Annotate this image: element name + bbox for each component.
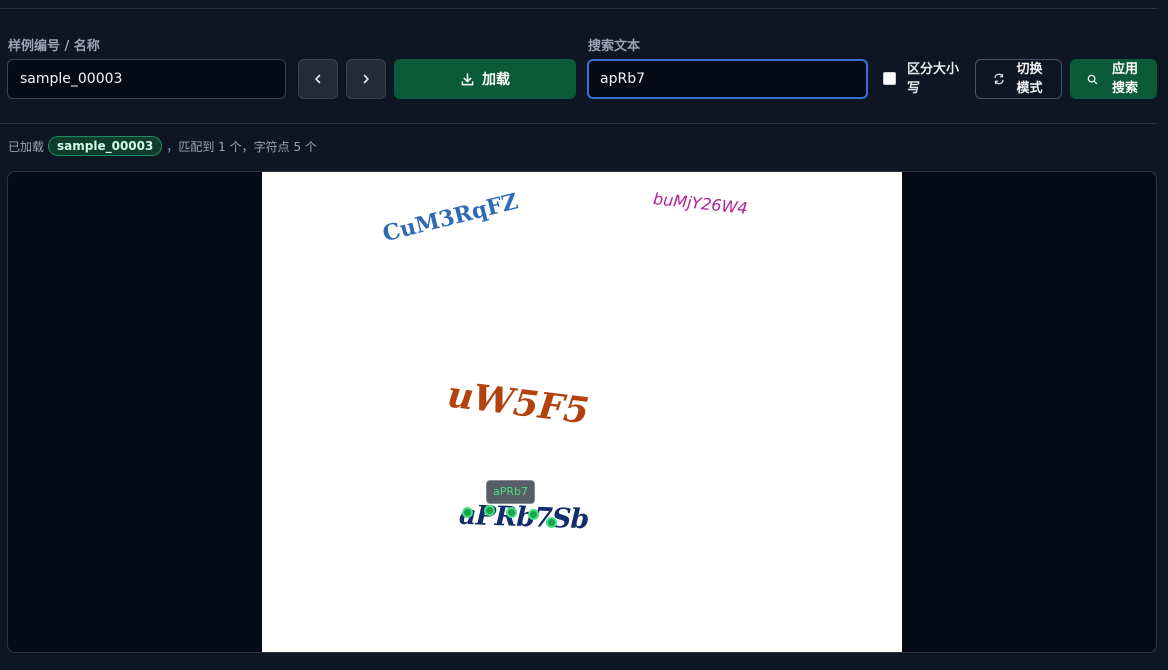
mid-divider — [0, 123, 1157, 124]
load-button[interactable]: 加载 — [394, 59, 576, 99]
status-line: 已加载 sample_00003 ，匹配到 1 个，字符点 5 个 — [8, 136, 317, 156]
search-icon — [1087, 74, 1098, 84]
case-sensitive-label: 区分大小写 — [907, 62, 960, 96]
char-point-marker[interactable] — [506, 507, 517, 518]
text-word: CuM3RqFZ — [380, 188, 521, 248]
chevron-left-icon — [315, 74, 321, 84]
download-icon — [461, 72, 474, 85]
status-suffix: ，匹配到 1 个，字符点 5 个 — [166, 139, 317, 154]
swap-icon — [993, 73, 1004, 85]
chevron-right-icon — [363, 74, 369, 84]
toggle-mode-button[interactable]: 切换模式 — [975, 59, 1062, 99]
status-prefix: 已加载 — [8, 139, 45, 154]
toggle-mode-label: 切换模式 — [1016, 62, 1043, 96]
sample-image: CuM3RqFZ buMjY26W4 uW5F5 aPRb7Sb aPRb7 — [262, 172, 902, 652]
apply-search-label: 应用搜索 — [1111, 62, 1138, 96]
sample-label: 样例编号 / 名称 — [8, 39, 100, 54]
sample-input[interactable] — [7, 59, 286, 99]
image-viewer[interactable]: CuM3RqFZ buMjY26W4 uW5F5 aPRb7Sb aPRb7 — [7, 171, 1157, 653]
text-word: buMjY26W4 — [652, 189, 749, 218]
char-point-marker[interactable] — [484, 505, 495, 516]
match-tooltip: aPRb7 — [486, 480, 535, 504]
apply-search-button[interactable]: 应用搜索 — [1070, 59, 1157, 99]
matched-text-word: aPRb7Sb — [458, 499, 589, 536]
next-button[interactable] — [346, 59, 386, 99]
char-point-marker[interactable] — [546, 517, 557, 528]
status-sample-badge: sample_00003 — [48, 136, 163, 156]
prev-button[interactable] — [298, 59, 338, 99]
case-sensitive-checkbox[interactable] — [883, 72, 896, 85]
char-point-marker[interactable] — [462, 507, 473, 518]
load-label: 加载 — [482, 72, 510, 88]
search-label: 搜索文本 — [588, 39, 641, 54]
search-input[interactable] — [587, 59, 868, 99]
char-point-marker[interactable] — [528, 509, 539, 520]
top-divider — [0, 8, 1157, 9]
text-word: uW5F5 — [444, 373, 592, 433]
